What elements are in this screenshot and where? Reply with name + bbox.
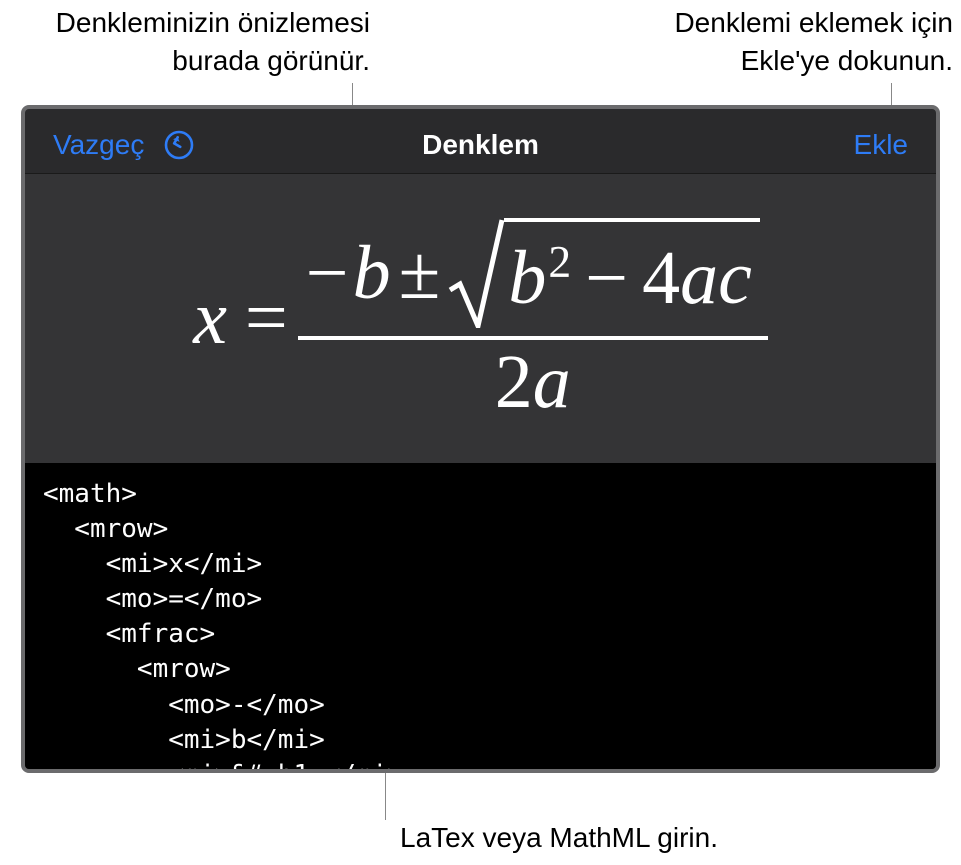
callout-preview: Denkleminizin önizlemesi burada görünür.: [0, 4, 370, 80]
equation-editor-panel: Vazgeç Denklem Ekle x = −b±: [21, 105, 940, 773]
callout-code-hint: LaTex veya MathML girin.: [400, 819, 900, 857]
equation-preview-area: x = −b± b2−4ac: [25, 173, 936, 463]
callout-preview-line1: Denkleminizin önizlemesi: [56, 7, 370, 38]
cancel-button[interactable]: Vazgeç: [53, 129, 144, 161]
toolbar: Vazgeç Denklem Ekle: [25, 109, 936, 173]
callout-code-hint-text: LaTex veya MathML girin.: [400, 822, 718, 853]
insert-button[interactable]: Ekle: [854, 129, 908, 161]
equation-preview: x = −b± b2−4ac: [193, 218, 768, 420]
toolbar-left-group: Vazgeç: [53, 128, 196, 162]
callout-insert: Denklemi eklemek için Ekle'ye dokunun.: [553, 4, 953, 80]
panel-title: Denklem: [422, 129, 539, 161]
undo-icon[interactable]: [162, 128, 196, 162]
callout-insert-line2: Ekle'ye dokunun.: [741, 45, 953, 76]
callout-preview-line2: burada görünür.: [172, 45, 370, 76]
code-input[interactable]: <math> <mrow> <mi>x</mi> <mo>=</mo> <mfr…: [25, 463, 936, 769]
callout-insert-line1: Denklemi eklemek için: [674, 7, 953, 38]
